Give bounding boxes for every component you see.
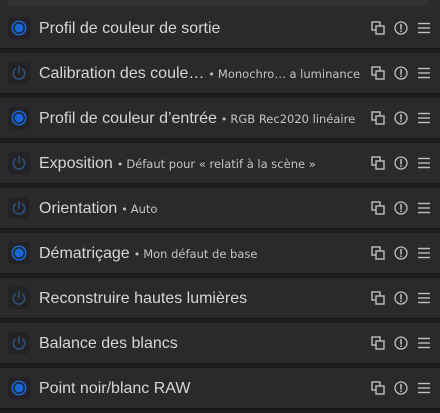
power-icon[interactable] — [8, 17, 30, 39]
module-actions — [370, 19, 432, 37]
reset-icon[interactable] — [393, 155, 409, 171]
separator: • — [220, 113, 228, 126]
multi-instance-icon[interactable] — [370, 245, 386, 261]
module-header[interactable]: Orientation • Auto — [39, 188, 369, 228]
module-header[interactable]: Reconstruire hautes lumières — [39, 278, 369, 318]
module-header[interactable]: Profil de couleur d’entrée • RGB Rec2020 l… — [39, 98, 369, 138]
module-actions — [370, 334, 432, 352]
module-header[interactable]: Exposition • Défaut pour « relatif à la sc… — [39, 143, 369, 183]
reset-icon[interactable] — [393, 65, 409, 81]
multi-instance-icon[interactable] — [370, 20, 386, 36]
multi-instance-icon[interactable] — [370, 110, 386, 126]
module-row[interactable]: Balance des blancs — [0, 323, 440, 364]
module-row[interactable]: Calibration des coule… • Monochro… a lumin… — [0, 53, 440, 94]
multi-instance-icon[interactable] — [370, 65, 386, 81]
module-row[interactable]: Exposition • Défaut pour « relatif à la sc… — [0, 143, 440, 184]
reset-icon[interactable] — [393, 200, 409, 216]
module-row[interactable]: Reconstruire hautes lumières — [0, 278, 440, 319]
presets-menu-icon[interactable] — [416, 20, 432, 36]
presets-menu-icon[interactable] — [416, 110, 432, 126]
module-header[interactable]: Profil de couleur de sortie — [39, 8, 369, 48]
presets-menu-icon[interactable] — [416, 200, 432, 216]
multi-instance-icon[interactable] — [370, 290, 386, 306]
module-row[interactable]: Profil de couleur d’entrée • RGB Rec2020 l… — [0, 98, 440, 139]
module-row[interactable]: Dématriçage • Mon défaut de base — [0, 233, 440, 274]
reset-icon[interactable] — [393, 335, 409, 351]
module-description: Monochro… a luminance — [217, 67, 361, 81]
module-description: Défaut pour « relatif à la scène » — [126, 157, 316, 171]
module-actions — [370, 109, 432, 127]
module-actions — [370, 199, 432, 217]
module-row[interactable]: Orientation • Auto — [0, 188, 440, 229]
separator: • — [208, 68, 215, 81]
module-list: Profil de couleur de sortie Calibration … — [0, 8, 440, 413]
presets-menu-icon[interactable] — [416, 290, 432, 306]
power-icon[interactable] — [8, 152, 30, 174]
module-name: Reconstruire hautes lumières — [39, 290, 248, 307]
separator: • — [133, 248, 141, 261]
power-icon[interactable] — [8, 377, 30, 399]
presets-menu-icon[interactable] — [416, 65, 432, 81]
scroll-top-edge — [8, 0, 428, 6]
reset-icon[interactable] — [393, 380, 409, 396]
module-name: Profil de couleur d’entrée — [39, 110, 217, 127]
presets-menu-icon[interactable] — [416, 155, 432, 171]
module-name: Dématriçage — [39, 245, 130, 262]
module-header[interactable]: Calibration des coule… • Monochro… a lumin… — [39, 53, 369, 93]
module-description: RGB Rec2020 linéaire — [230, 112, 356, 126]
module-description: Auto — [130, 202, 158, 216]
module-header[interactable]: Point noir/blanc RAW — [39, 368, 369, 408]
multi-instance-icon[interactable] — [370, 335, 386, 351]
presets-menu-icon[interactable] — [416, 245, 432, 261]
power-icon[interactable] — [8, 107, 30, 129]
multi-instance-icon[interactable] — [370, 380, 386, 396]
reset-icon[interactable] — [393, 110, 409, 126]
module-name: Balance des blancs — [39, 335, 178, 352]
module-header[interactable]: Balance des blancs — [39, 323, 369, 363]
power-icon[interactable] — [8, 242, 30, 264]
reset-icon[interactable] — [393, 290, 409, 306]
power-icon[interactable] — [8, 197, 30, 219]
multi-instance-icon[interactable] — [370, 200, 386, 216]
reset-icon[interactable] — [393, 20, 409, 36]
module-header[interactable]: Dématriçage • Mon défaut de base — [39, 233, 369, 273]
module-actions — [370, 64, 432, 82]
separator: • — [116, 158, 124, 171]
module-name: Exposition — [39, 155, 113, 172]
presets-menu-icon[interactable] — [416, 335, 432, 351]
power-icon[interactable] — [8, 287, 30, 309]
module-name: Calibration des coule… — [39, 65, 205, 82]
module-name: Orientation — [39, 200, 118, 217]
module-actions — [370, 289, 432, 307]
reset-icon[interactable] — [393, 245, 409, 261]
module-description: Mon défaut de base — [143, 247, 258, 261]
module-row[interactable]: Profil de couleur de sortie — [0, 8, 440, 49]
power-icon[interactable] — [8, 332, 30, 354]
module-name: Point noir/blanc RAW — [39, 380, 191, 397]
module-name: Profil de couleur de sortie — [39, 20, 221, 37]
presets-menu-icon[interactable] — [416, 380, 432, 396]
module-actions — [370, 244, 432, 262]
module-row[interactable]: Point noir/blanc RAW — [0, 368, 440, 409]
power-icon[interactable] — [8, 62, 30, 84]
module-actions — [370, 379, 432, 397]
module-actions — [370, 154, 432, 172]
multi-instance-icon[interactable] — [370, 155, 386, 171]
separator: • — [121, 203, 128, 216]
